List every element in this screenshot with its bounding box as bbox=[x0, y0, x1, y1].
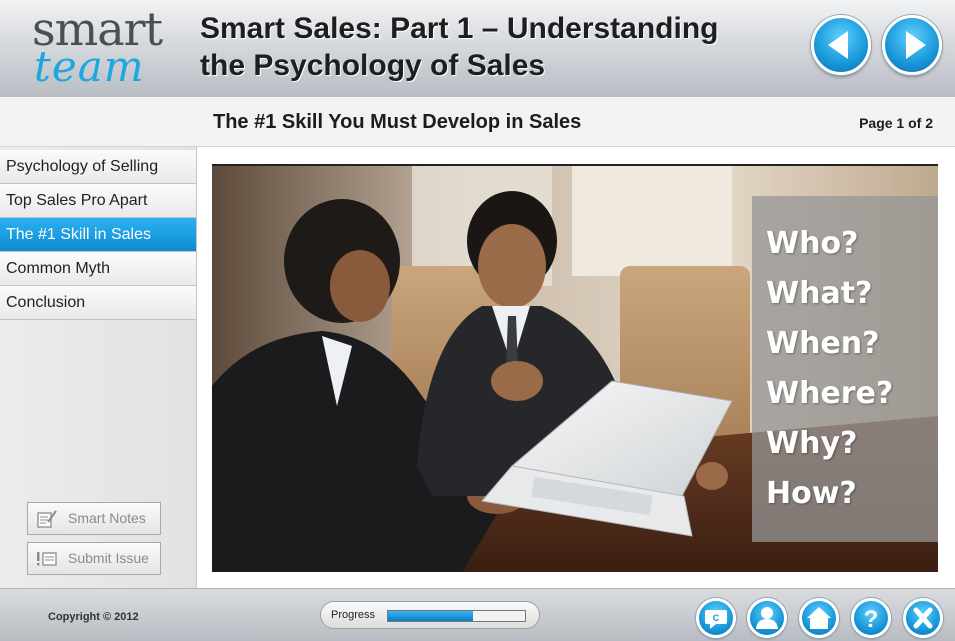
sidebar-item-psychology-of-selling[interactable]: Psychology of Selling bbox=[0, 150, 196, 184]
help-icon: ? bbox=[864, 606, 879, 633]
question-overlay: Who? What? When? Where? Why? How? bbox=[752, 196, 938, 542]
sidebar-item-conclusion[interactable]: Conclusion bbox=[0, 286, 196, 320]
home-icon bbox=[807, 607, 831, 629]
sidebar-item-number-one-skill[interactable]: The #1 Skill in Sales bbox=[0, 218, 196, 252]
sidebar-item-common-myth[interactable]: Common Myth bbox=[0, 252, 196, 286]
course-title-line1: Smart Sales: Part 1 – Understanding bbox=[200, 12, 719, 45]
previous-page-button[interactable] bbox=[811, 15, 871, 75]
page-header-bar: The #1 Skill You Must Develop in Sales P… bbox=[0, 97, 955, 147]
notepad-pencil-icon bbox=[37, 510, 57, 528]
next-page-button[interactable] bbox=[882, 15, 942, 75]
course-title: Smart Sales: Part 1 – Understanding the … bbox=[200, 10, 780, 84]
question-when: When? bbox=[766, 326, 880, 361]
home-button[interactable] bbox=[799, 598, 839, 638]
captions-button[interactable]: C bbox=[696, 598, 736, 638]
header: smart team Smart Sales: Part 1 – Underst… bbox=[0, 0, 955, 97]
question-what: What? bbox=[766, 276, 873, 311]
progress-indicator: Progress bbox=[320, 601, 540, 629]
exit-icon bbox=[913, 607, 933, 629]
sidebar-item-top-sales-pro-apart[interactable]: Top Sales Pro Apart bbox=[0, 184, 196, 218]
question-why: Why? bbox=[766, 426, 858, 461]
sidebar: Psychology of Selling Top Sales Pro Apar… bbox=[0, 147, 197, 588]
course-title-line2: the Psychology of Sales bbox=[200, 49, 546, 82]
svg-text:?: ? bbox=[864, 606, 879, 633]
smart-notes-label: Smart Notes bbox=[68, 510, 146, 526]
question-who: Who? bbox=[766, 226, 859, 261]
captions-icon: C bbox=[705, 610, 727, 629]
progress-fill bbox=[388, 611, 473, 621]
svg-text:C: C bbox=[713, 613, 720, 623]
exclamation-document-icon bbox=[37, 552, 57, 566]
logo-text-team: team bbox=[34, 42, 145, 91]
question-where: Where? bbox=[766, 376, 894, 411]
help-button[interactable]: ? bbox=[851, 598, 891, 638]
page-title: The #1 Skill You Must Develop in Sales bbox=[213, 111, 582, 133]
triangle-right-icon bbox=[906, 31, 926, 59]
submit-issue-button[interactable]: Submit Issue bbox=[27, 542, 161, 575]
submit-issue-label: Submit Issue bbox=[68, 550, 149, 566]
question-how: How? bbox=[766, 476, 857, 511]
triangle-left-icon bbox=[828, 31, 848, 59]
smart-notes-button[interactable]: Smart Notes bbox=[27, 502, 161, 535]
copyright-text: Copyright © 2012 bbox=[48, 611, 139, 623]
page-counter: Page 1 of 2 bbox=[859, 115, 933, 131]
profile-button[interactable] bbox=[747, 598, 787, 638]
exit-button[interactable] bbox=[903, 598, 943, 638]
footer: Copyright © 2012 Progress C ? bbox=[0, 588, 955, 641]
course-player: smart team Smart Sales: Part 1 – Underst… bbox=[0, 0, 955, 641]
profile-icon bbox=[756, 607, 778, 629]
progress-track bbox=[387, 610, 526, 622]
slide-photo: Who? What? When? Where? Why? How? bbox=[212, 164, 938, 572]
progress-label: Progress bbox=[331, 609, 376, 621]
smart-team-logo: smart team bbox=[30, 2, 170, 92]
